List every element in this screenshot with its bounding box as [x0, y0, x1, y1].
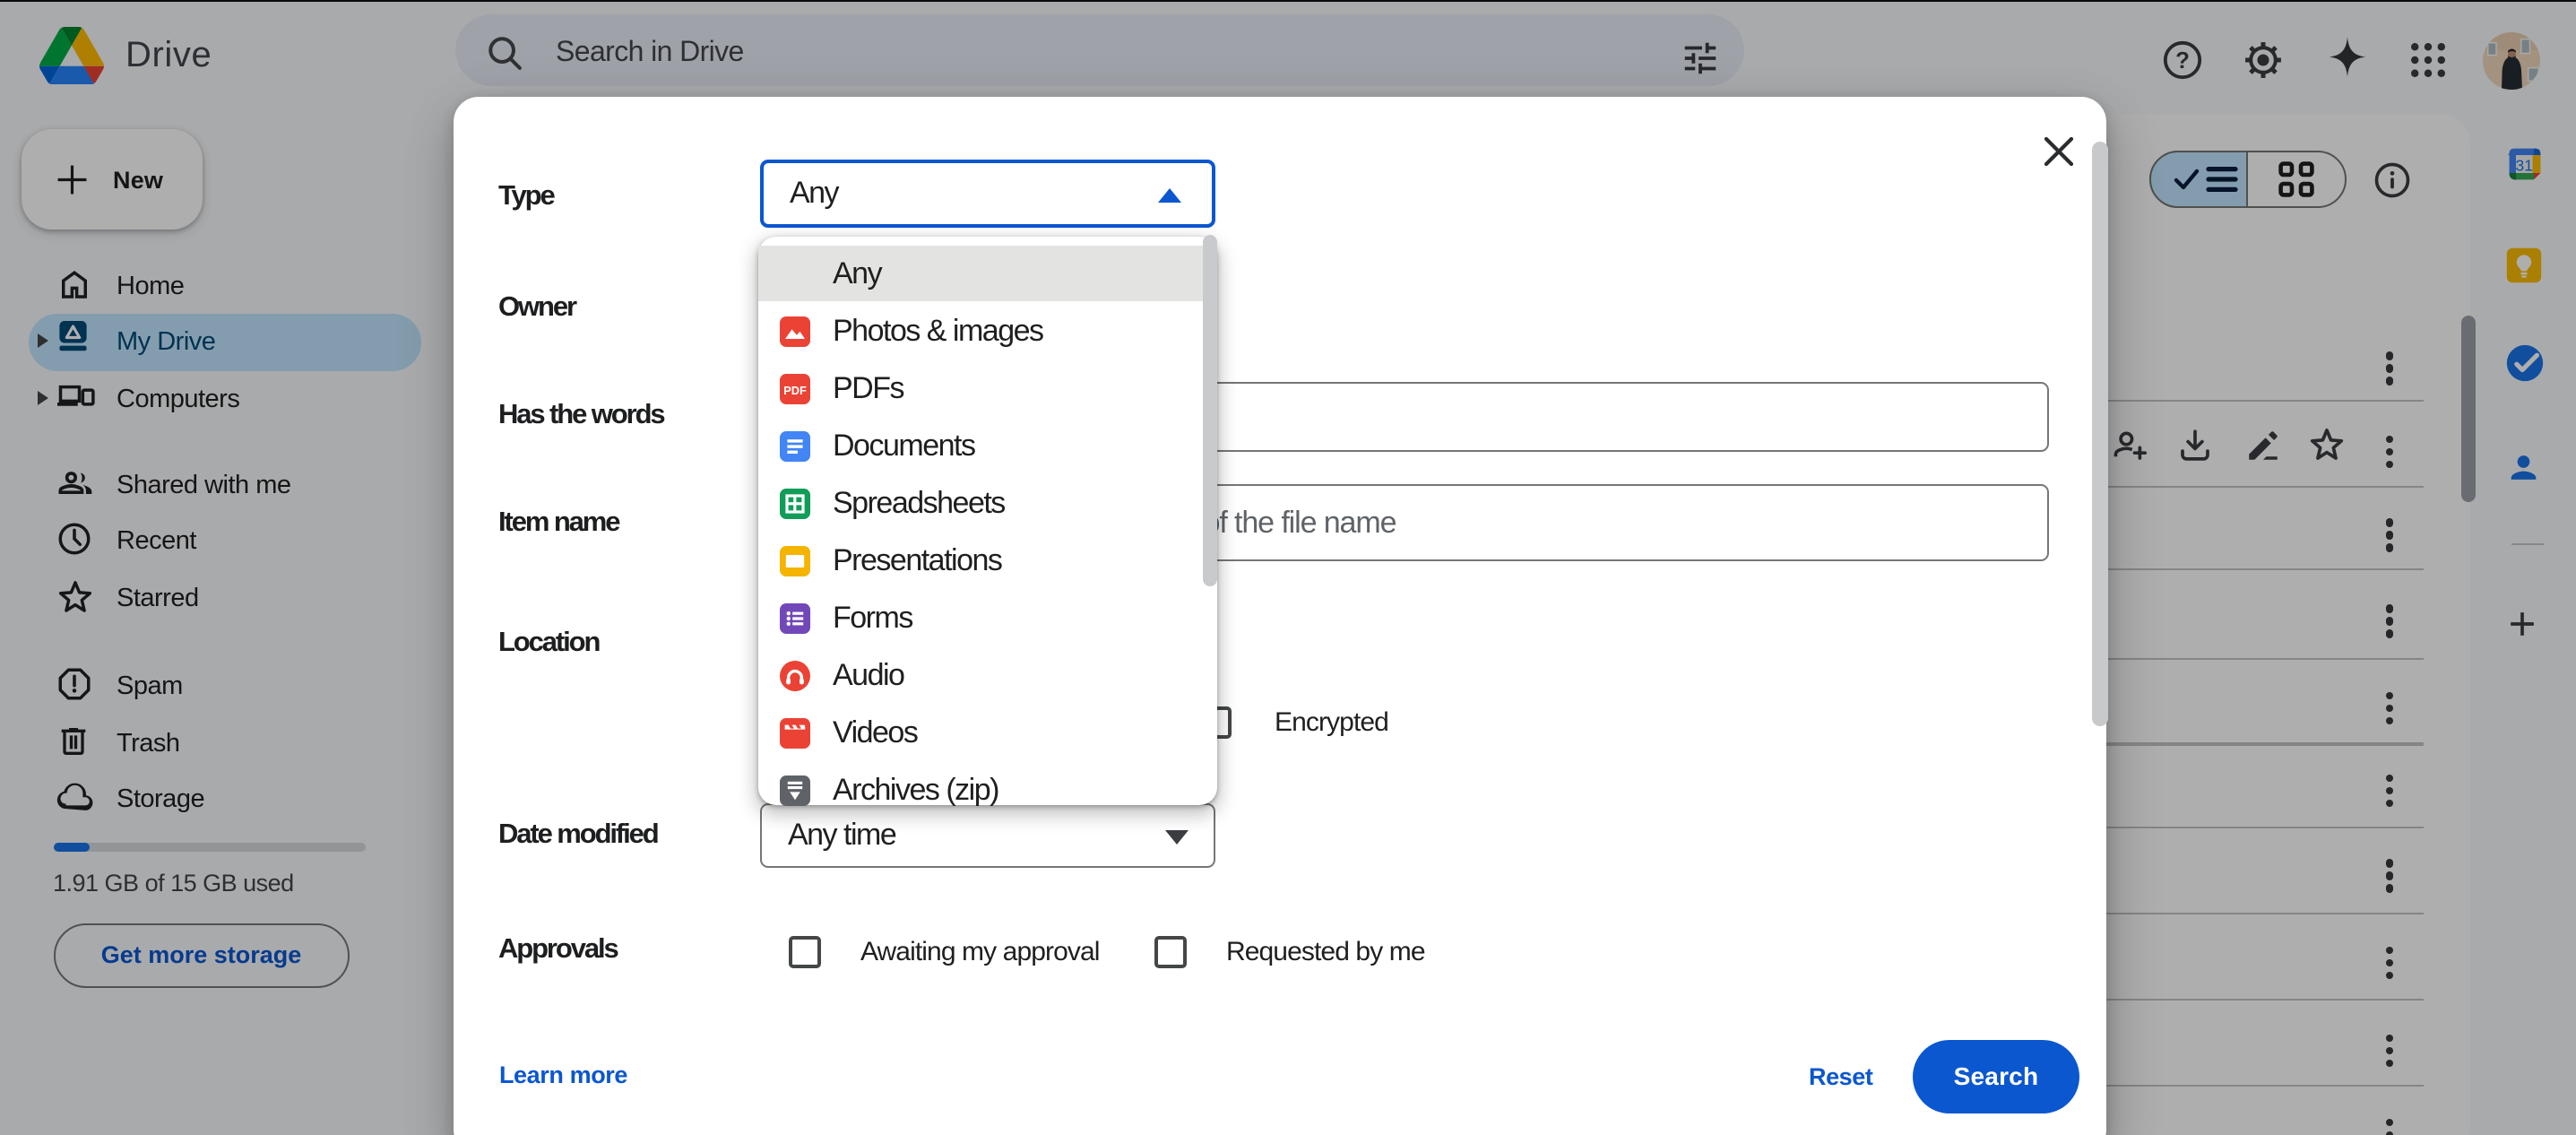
svg-text:PDF: PDF [783, 383, 807, 396]
